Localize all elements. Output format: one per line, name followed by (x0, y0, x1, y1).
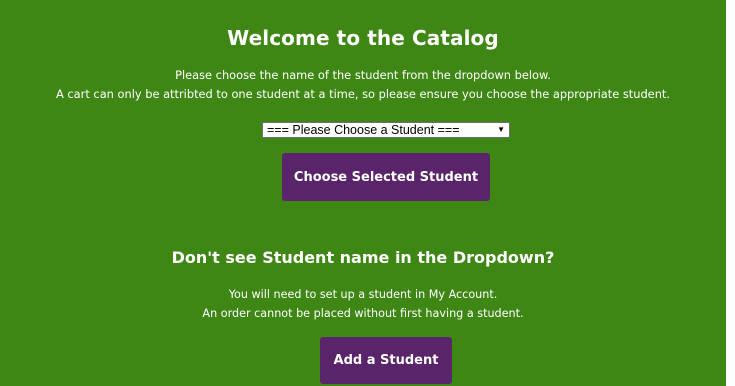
triangle-down-icon: ▼ (497, 125, 505, 134)
page-margin (726, 0, 735, 386)
page-title: Welcome to the Catalog (227, 26, 499, 50)
intro-line-2: A cart can only be attribted to one stud… (56, 87, 670, 101)
missing-student-note: You will need to set up a student in My … (0, 285, 726, 323)
intro-line-1: Please choose the name of the student fr… (175, 68, 551, 82)
intro-text: Please choose the name of the student fr… (0, 66, 726, 104)
missing-student-heading: Don't see Student name in the Dropdown? (171, 248, 555, 267)
student-select[interactable]: === Please Choose a Student === ▼ (262, 122, 510, 138)
catalog-panel: Welcome to the Catalog Please choose the… (0, 0, 726, 386)
student-select-wrapper: === Please Choose a Student === ▼ (262, 122, 510, 138)
note-line-2: An order cannot be placed without first … (202, 307, 524, 320)
choose-selected-student-button[interactable]: Choose Selected Student (282, 153, 490, 201)
student-select-value: === Please Choose a Student === (267, 123, 460, 137)
add-student-button[interactable]: Add a Student (320, 337, 452, 384)
note-line-1: You will need to set up a student in My … (228, 288, 498, 301)
